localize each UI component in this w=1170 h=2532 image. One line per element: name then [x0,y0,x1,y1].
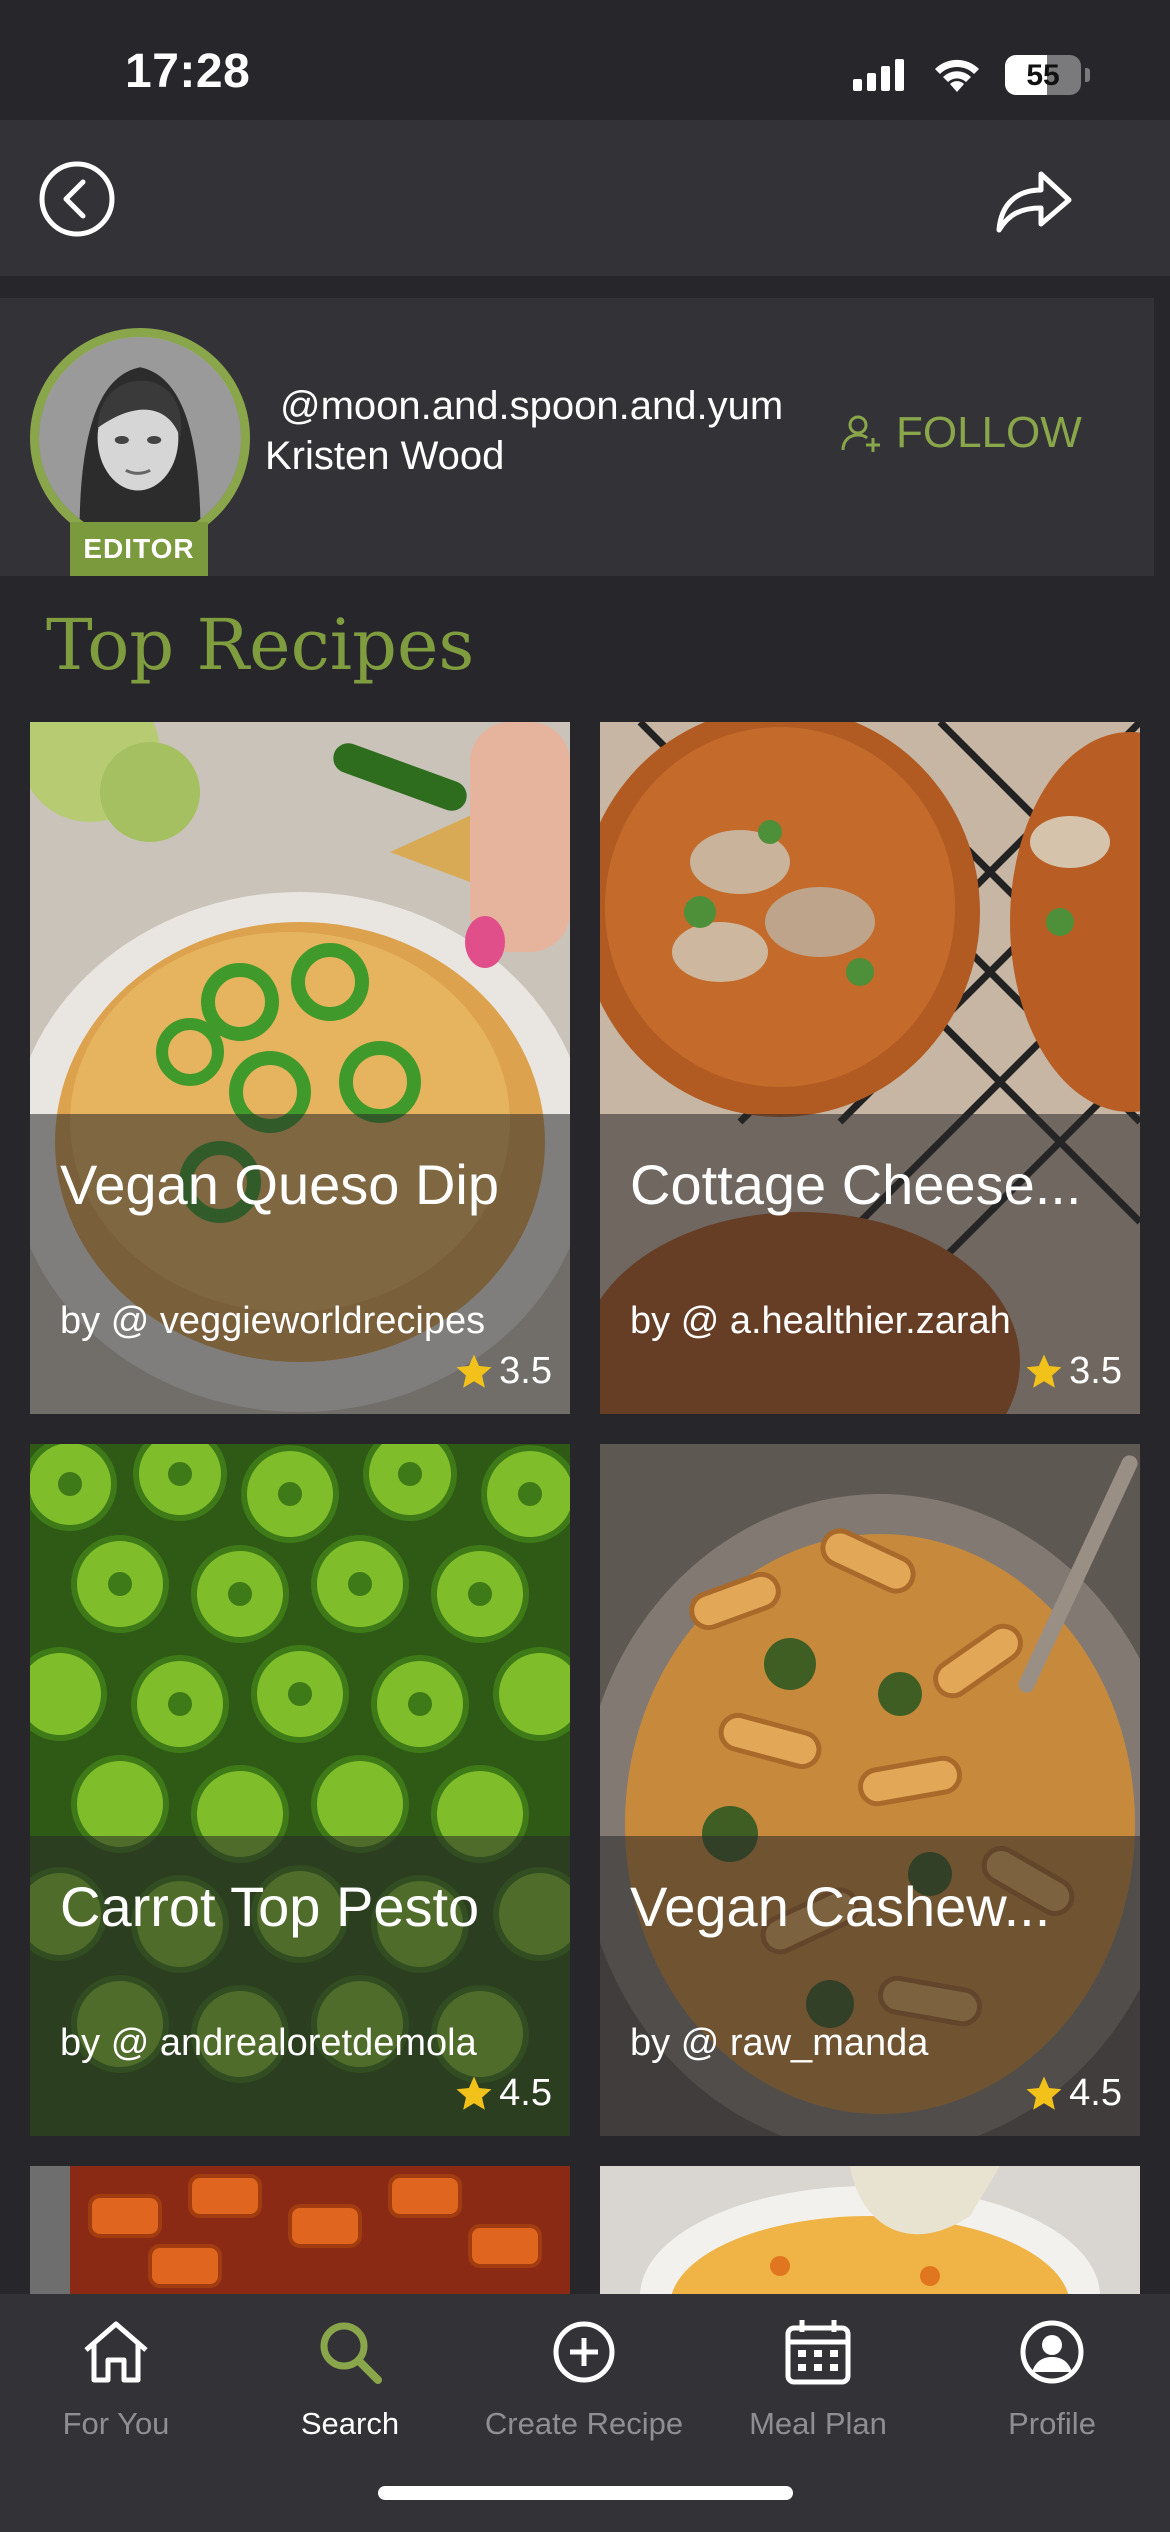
star-icon [456,2076,492,2110]
rating-value: 4.5 [499,2072,552,2114]
tab-label: Meal Plan [749,2406,887,2441]
tab-for-you[interactable]: For You [6,2314,226,2442]
tab-create-recipe[interactable]: Create Recipe [474,2314,694,2442]
recipe-card[interactable]: Cottage Cheese... by @ a.healthier.zarah… [600,722,1140,1414]
share-button[interactable] [993,160,1075,238]
recipe-card[interactable]: Carrot Top Pesto by @ andrealoretdemola … [30,1444,570,2136]
avatar-wrap[interactable]: EDITOR [30,328,250,576]
battery-icon: 55 [1005,55,1081,95]
recipe-author[interactable]: by @ veggieworldrecipes [60,1300,485,1343]
recipe-title: Carrot Top Pesto [60,1875,480,1938]
profile-handle: @moon.and.spoon.and.yum [280,384,784,428]
home-indicator [378,2486,793,2500]
recipe-author[interactable]: by @ andrealoretdemola [60,2022,477,2065]
profile-card: EDITOR @moon.and.spoon.and.yum Kristen W… [0,298,1154,576]
rating-value: 3.5 [1069,1350,1122,1392]
editor-badge: EDITOR [70,522,208,576]
star-icon [1026,2076,1062,2110]
recipe-author[interactable]: by @ a.healthier.zarah [630,1300,1011,1343]
tab-label: Create Recipe [484,2406,684,2441]
tab-label: For You [62,2406,170,2441]
tab-meal-plan[interactable]: Meal Plan [708,2314,928,2442]
recipe-rating: 4.5 [1023,2072,1122,2115]
recipe-rating: 3.5 [1023,1350,1122,1393]
recipe-image-soup [600,2166,1140,2296]
tab-label: Profile [1008,2406,1096,2441]
recipe-card[interactable] [600,2166,1140,2296]
section-title: Top Recipes [46,604,475,686]
chevron-left-circle-icon [39,161,115,237]
battery-tip [1085,68,1090,82]
star-icon [1026,1354,1062,1388]
home-icon [84,2321,148,2383]
plus-circle-icon [553,2321,615,2383]
recipe-title: Vegan Queso Dip [60,1153,499,1216]
share-arrow-icon [996,171,1072,233]
recipe-image-rigatoni [30,2166,570,2296]
tab-bar: For You Search Create Recipe Meal Plan P… [0,2294,1170,2532]
recipe-card[interactable]: Vegan Queso Dip by @ veggieworldrecipes … [30,722,570,1414]
tab-profile[interactable]: Profile [942,2314,1162,2442]
profile-icon [1020,2320,1084,2384]
calendar-icon [785,2320,851,2385]
profile-name: Kristen Wood [265,434,505,478]
star-icon [456,1354,492,1388]
search-icon [320,2322,382,2384]
recipe-rating: 4.5 [453,2072,552,2115]
recipe-author[interactable]: by @ raw_manda [630,2022,928,2065]
status-time: 17:28 [125,45,251,98]
recipe-title: Cottage Cheese... [630,1153,1082,1216]
recipe-card[interactable]: Vegan Cashew... by @ raw_manda 4.5 [600,1444,1140,2136]
status-icons: 55 [853,55,1090,95]
add-person-icon [841,415,880,452]
rating-value: 3.5 [499,1350,552,1392]
follow-label: FOLLOW [896,408,1082,457]
avatar-portrait [39,337,241,539]
tab-search[interactable]: Search [240,2314,460,2442]
back-button[interactable] [38,160,116,238]
nav-bar [0,120,1170,276]
wifi-icon [935,59,979,92]
battery-level: 55 [1026,59,1060,92]
status-bar: 17:28 55 [0,0,1170,120]
avatar [30,328,250,548]
recipe-rating: 3.5 [453,1350,552,1393]
recipe-title: Vegan Cashew... [630,1875,1051,1938]
tab-label: Search [300,2406,400,2441]
cellular-signal-icon [853,59,904,91]
rating-value: 4.5 [1069,2072,1122,2114]
follow-button[interactable]: FOLLOW [840,408,1082,458]
recipe-card[interactable] [30,2166,570,2296]
